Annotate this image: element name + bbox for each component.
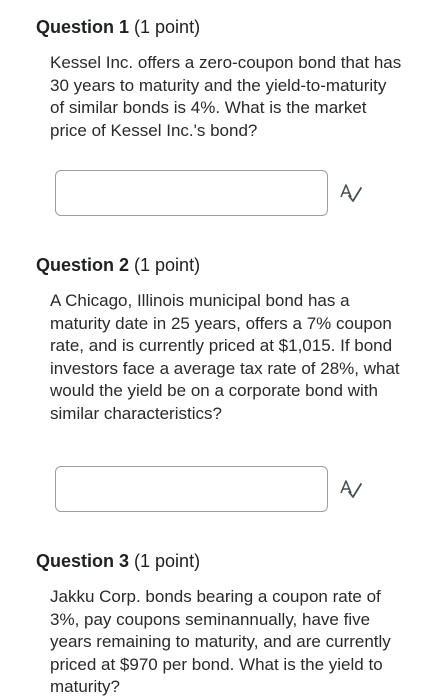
spellcheck-icon[interactable] bbox=[338, 182, 364, 204]
question-2-label: Question 2 bbox=[36, 255, 130, 275]
question-2-points: (1 point) bbox=[134, 255, 201, 275]
spellcheck-icon[interactable] bbox=[338, 478, 364, 500]
question-1-title: Question 1 (1 point) bbox=[36, 16, 200, 38]
question-3-text: Jakku Corp. bonds bearing a coupon rate … bbox=[50, 587, 391, 696]
question-1-answer-input[interactable] bbox=[55, 170, 328, 216]
question-3-title: Question 3 (1 point) bbox=[36, 550, 200, 572]
quiz-page: Question 1 (1 point) Kessel Inc. offers … bbox=[0, 0, 428, 700]
question-1-label: Question 1 bbox=[36, 17, 130, 37]
question-3-label: Question 3 bbox=[36, 551, 130, 571]
question-3-points: (1 point) bbox=[134, 551, 201, 571]
question-1-points: (1 point) bbox=[134, 17, 201, 37]
question-2-title: Question 2 (1 point) bbox=[36, 254, 200, 276]
question-2-answer-input[interactable] bbox=[55, 466, 328, 512]
question-1-text: Kessel Inc. offers a zero-coupon bond th… bbox=[50, 53, 402, 140]
question-2-text: A Chicago, Illinois municipal bond has a… bbox=[50, 291, 400, 423]
